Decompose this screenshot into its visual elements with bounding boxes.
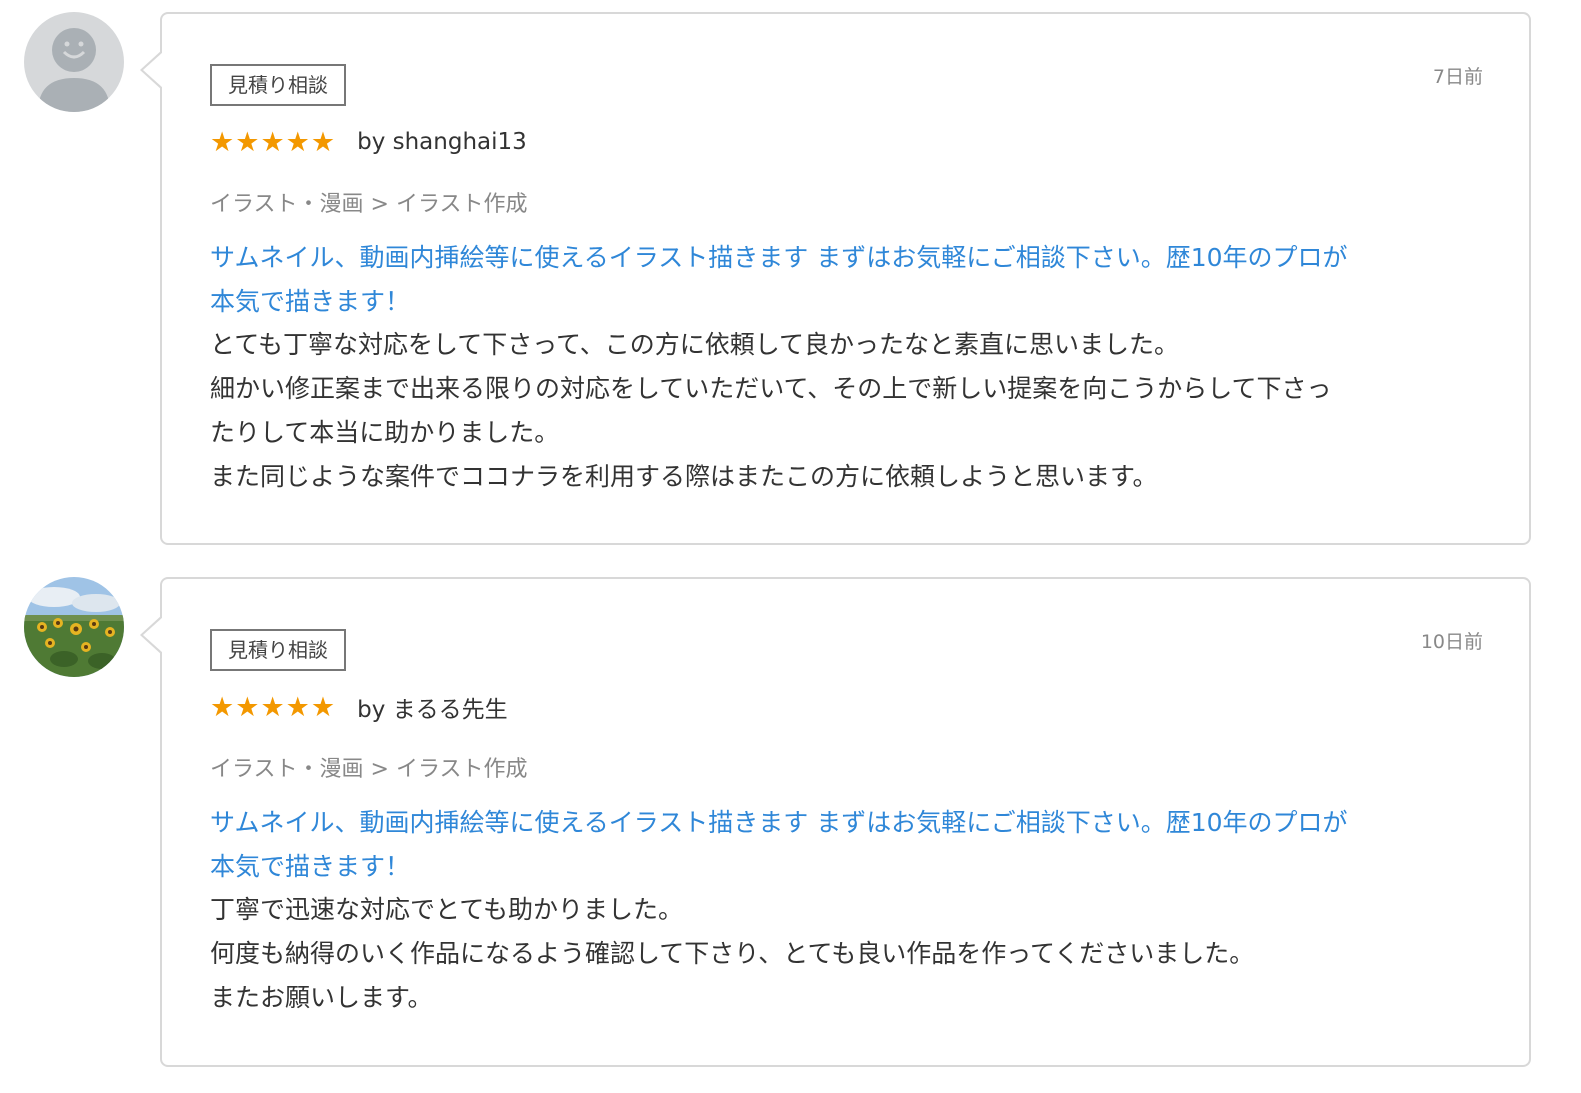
sunflower-photo-icon (24, 577, 124, 677)
rating-row: ★ ★ ★ ★ ★ by まるる先生 (210, 689, 508, 725)
star-icon: ★ (260, 126, 285, 158)
service-link[interactable]: サムネイル、動画内挿絵等に使えるイラスト描きます まずはお気軽にご相談下さい。歴… (210, 801, 1490, 889)
review-line: とても丁寧な対応をして下さって、この方に依頼して良かったなと素直に思いました。 (210, 330, 1180, 359)
default-user-icon (24, 12, 124, 112)
review-card: 見積り相談 7日前 ★ ★ ★ ★ ★ by shanghai13 イラスト・漫… (140, 12, 1531, 545)
reviewer-name: by まるる先生 (357, 697, 508, 723)
category-breadcrumb: イラスト・漫画 > イラスト作成 (210, 757, 528, 782)
star-icon: ★ (285, 126, 310, 158)
service-title-line[interactable]: サムネイル、動画内挿絵等に使えるイラスト描きます まずはお気軽にご相談下さい。歴… (210, 801, 1490, 845)
avatar-sunflower[interactable] (24, 577, 124, 677)
rating-row: ★ ★ ★ ★ ★ by shanghai13 (210, 124, 527, 160)
avatar-default[interactable] (24, 12, 124, 112)
star-icon: ★ (210, 691, 235, 723)
service-link[interactable]: サムネイル、動画内挿絵等に使えるイラスト描きます まずはお気軽にご相談下さい。歴… (210, 236, 1490, 324)
star-icon: ★ (235, 126, 260, 158)
review-card: 見積り相談 10日前 ★ ★ ★ ★ ★ by まるる先生 イラスト・漫画 > … (140, 577, 1531, 1067)
review-line: 何度も納得のいく作品になるよう確認して下さり、とても良い作品を作ってくださいまし… (210, 939, 1255, 968)
review-body: 丁寧で迅速な対応でとても助かりました。 何度も納得のいく作品になるよう確認して下… (210, 888, 1490, 1020)
star-rating: ★ ★ ★ ★ ★ (210, 129, 335, 156)
category-breadcrumb: イラスト・漫画 > イラスト作成 (210, 192, 528, 217)
reviewer-name: by shanghai13 (357, 129, 527, 155)
service-title-line[interactable]: サムネイル、動画内挿絵等に使えるイラスト描きます まずはお気軽にご相談下さい。歴… (210, 236, 1490, 280)
consult-tag: 見積り相談 (210, 629, 346, 671)
star-icon: ★ (260, 691, 285, 723)
review-date: 10日前 (1420, 631, 1483, 653)
star-icon: ★ (235, 691, 260, 723)
service-title-line[interactable]: 本気で描きます！ (210, 845, 1490, 889)
star-icon: ★ (310, 691, 336, 723)
review-date: 7日前 (1432, 66, 1483, 88)
review-line: また同じような案件でココナラを利用する際はまたこの方に依頼しようと思います。 (210, 462, 1158, 491)
review-line: またお願いします。 (210, 983, 433, 1012)
consult-tag: 見積り相談 (210, 64, 346, 106)
star-rating: ★ ★ ★ ★ ★ (210, 694, 335, 721)
review-line: 細かい修正案まで出来る限りの対応をしていただいて、その上で新しい提案を向こうから… (210, 374, 1332, 403)
star-icon: ★ (285, 691, 310, 723)
review-body: とても丁寧な対応をして下さって、この方に依頼して良かったなと素直に思いました。 … (210, 323, 1490, 499)
review-line: たりして本当に助かりました。 (210, 418, 560, 447)
service-title-line[interactable]: 本気で描きます！ (210, 280, 1490, 324)
star-icon: ★ (310, 126, 336, 158)
review-line: 丁寧で迅速な対応でとても助かりました。 (210, 895, 684, 924)
star-icon: ★ (210, 126, 235, 158)
